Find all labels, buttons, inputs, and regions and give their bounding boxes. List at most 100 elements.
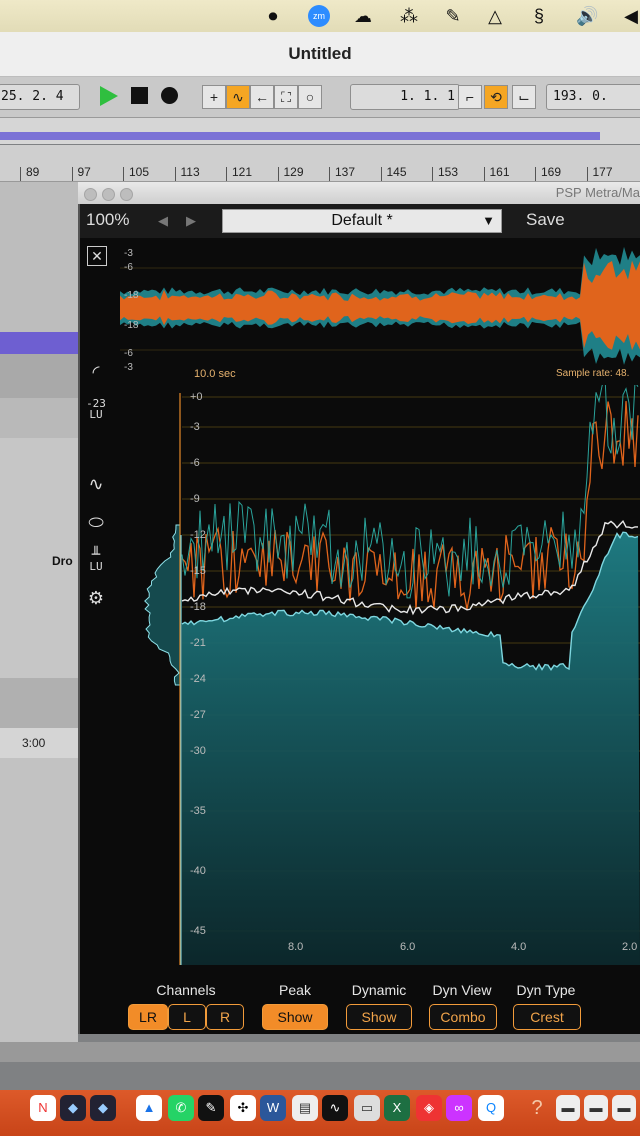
- ruler-bar-label: 145: [386, 165, 407, 179]
- plugin-title-bar[interactable]: PSP Metra/Ma: [78, 182, 640, 204]
- overview-range[interactable]: [0, 132, 600, 140]
- excel-icon[interactable]: X: [384, 1095, 410, 1121]
- ruler-bar-label: 105: [129, 165, 150, 179]
- capture-icon[interactable]: ⛶: [274, 85, 298, 109]
- script-icon[interactable]: §: [528, 5, 550, 27]
- lu-meter-icon[interactable]: ╨ LU: [84, 548, 108, 572]
- song-position[interactable]: 25. 2. 4: [0, 84, 80, 110]
- stop-icon[interactable]: [131, 87, 148, 104]
- db-scale-label: -12: [190, 529, 206, 541]
- back-icon[interactable]: ◀: [620, 5, 640, 27]
- app-icon[interactable]: ◈: [416, 1095, 442, 1121]
- splice-dock-icon[interactable]: ✎: [198, 1095, 224, 1121]
- help-icon[interactable]: ?: [524, 1095, 550, 1121]
- track-lane[interactable]: [0, 678, 78, 729]
- punch-in-icon[interactable]: ⌐: [458, 85, 482, 109]
- zoom-icon[interactable]: zm: [308, 5, 330, 27]
- db-scale-label: -45: [190, 925, 206, 937]
- app-icon[interactable]: ▭: [354, 1095, 380, 1121]
- app-icon[interactable]: ▤: [292, 1095, 318, 1121]
- track-name: Dro: [52, 554, 73, 568]
- close-window-icon[interactable]: [84, 188, 97, 201]
- dots-app-icon[interactable]: ⁂: [398, 5, 420, 27]
- news-icon[interactable]: N: [30, 1095, 56, 1121]
- plugin-zoom[interactable]: 100%: [86, 210, 129, 230]
- window-title-bar: Untitled: [0, 32, 640, 77]
- menu-bar: ⏺ zm ☁ ⁂ ✎ △ § 🔊 ◀: [0, 0, 640, 32]
- creative-cloud-icon[interactable]: ☁: [352, 5, 374, 27]
- window-thumbnail[interactable]: ▬: [556, 1095, 580, 1121]
- loudness-curve-icon[interactable]: ∿: [84, 472, 108, 496]
- bar-ruler[interactable]: 89 97 105 113 121 129 137 145 153 161 169 177: [0, 145, 640, 182]
- transport-bar: 25. 2. 4 + ∿ ← ⛶ ○ 1. 1. 1 ⌐ ⟲ ⌙ 193. 0.: [0, 77, 640, 118]
- dyn-view-button[interactable]: Combo: [429, 1004, 497, 1030]
- track-lane[interactable]: Dro: [0, 438, 78, 679]
- automation-arm-icon[interactable]: ∿: [226, 85, 250, 109]
- zoom-window-icon[interactable]: [120, 188, 133, 201]
- waveform-display[interactable]: [120, 244, 640, 374]
- whatsapp-icon[interactable]: ✆: [168, 1095, 194, 1121]
- gear-icon[interactable]: ⚙: [84, 586, 108, 610]
- ruler-bar-label: 177: [592, 165, 613, 179]
- db-scale-label: -3: [190, 421, 200, 433]
- meter-icon[interactable]: ◜: [84, 360, 108, 384]
- window-thumbnail[interactable]: ▬: [584, 1095, 608, 1121]
- dyn-type-button[interactable]: Crest: [513, 1004, 581, 1030]
- track-lane[interactable]: [0, 354, 78, 399]
- channel-lr-button[interactable]: LR: [128, 1004, 168, 1030]
- channel-l-button[interactable]: L: [168, 1004, 206, 1030]
- loop-start[interactable]: 1. 1. 1: [350, 84, 460, 110]
- play-icon[interactable]: [100, 86, 118, 106]
- time-window-label: 10.0 sec: [194, 368, 236, 380]
- vectorscope-icon[interactable]: ⬭: [84, 510, 108, 534]
- preset-prev-icon[interactable]: ◀: [158, 213, 168, 229]
- word-icon[interactable]: W: [260, 1095, 286, 1121]
- ruler-tick: [20, 167, 21, 181]
- session-record-icon[interactable]: ○: [298, 85, 322, 109]
- google-drive-icon[interactable]: △: [484, 5, 506, 27]
- preset-next-icon[interactable]: ▶: [186, 213, 196, 229]
- tidal-icon[interactable]: ✣: [230, 1095, 256, 1121]
- window-thumbnail[interactable]: ▬: [612, 1095, 636, 1121]
- back-to-arrangement-icon[interactable]: ←: [250, 85, 274, 109]
- ruler-bar-label: 137: [335, 165, 356, 179]
- punch-out-icon[interactable]: ⌙: [512, 85, 536, 109]
- loop-icon[interactable]: ⟲: [484, 85, 508, 109]
- clip[interactable]: [0, 332, 78, 354]
- db-scale-label: -35: [190, 805, 206, 817]
- ruler-bar-label: 129: [283, 165, 304, 179]
- track-lane[interactable]: [0, 182, 78, 333]
- minimize-window-icon[interactable]: [102, 188, 115, 201]
- wave-scale-label: -18: [124, 320, 139, 331]
- preset-dropdown[interactable]: Default * ▼: [222, 209, 502, 233]
- channel-r-button[interactable]: R: [206, 1004, 244, 1030]
- google-drive-dock-icon[interactable]: ▲: [136, 1095, 162, 1121]
- app-icon[interactable]: ◆: [60, 1095, 86, 1121]
- dynamic-show-button[interactable]: Show: [346, 1004, 412, 1030]
- volume-icon[interactable]: 🔊: [576, 5, 598, 27]
- ruler-bar-label: 89: [26, 165, 40, 179]
- loop-length[interactable]: 193. 0.: [546, 84, 640, 110]
- creative-cloud-dock-icon[interactable]: ∞: [446, 1095, 472, 1121]
- save-button[interactable]: Save: [526, 210, 565, 230]
- arrangement-overview[interactable]: [0, 118, 640, 144]
- activity-monitor-icon[interactable]: ∿: [322, 1095, 348, 1121]
- app-icon[interactable]: ◆: [90, 1095, 116, 1121]
- peak-show-button[interactable]: Show: [262, 1004, 328, 1030]
- record-icon[interactable]: [161, 87, 178, 104]
- sample-rate-label: Sample rate: 48.: [556, 368, 630, 379]
- arrangement-scrollbar[interactable]: [0, 1042, 640, 1062]
- record-status-icon[interactable]: ⏺: [262, 5, 284, 27]
- track-lane[interactable]: [0, 398, 78, 439]
- quicktime-icon[interactable]: Q: [478, 1095, 504, 1121]
- db-scale-label: -9: [190, 493, 200, 505]
- expand-icon[interactable]: ✕: [87, 246, 107, 266]
- lu-target-badge[interactable]: -23 LU: [84, 398, 108, 420]
- ruler-bar-label: 113: [180, 165, 200, 179]
- track-lane[interactable]: [0, 758, 78, 1042]
- add-icon[interactable]: +: [202, 85, 226, 109]
- ruler-tick: [123, 167, 124, 181]
- ruler-bar-label: 121: [232, 165, 253, 179]
- db-scale-label: -24: [190, 673, 206, 685]
- splice-icon[interactable]: ✎: [442, 5, 464, 27]
